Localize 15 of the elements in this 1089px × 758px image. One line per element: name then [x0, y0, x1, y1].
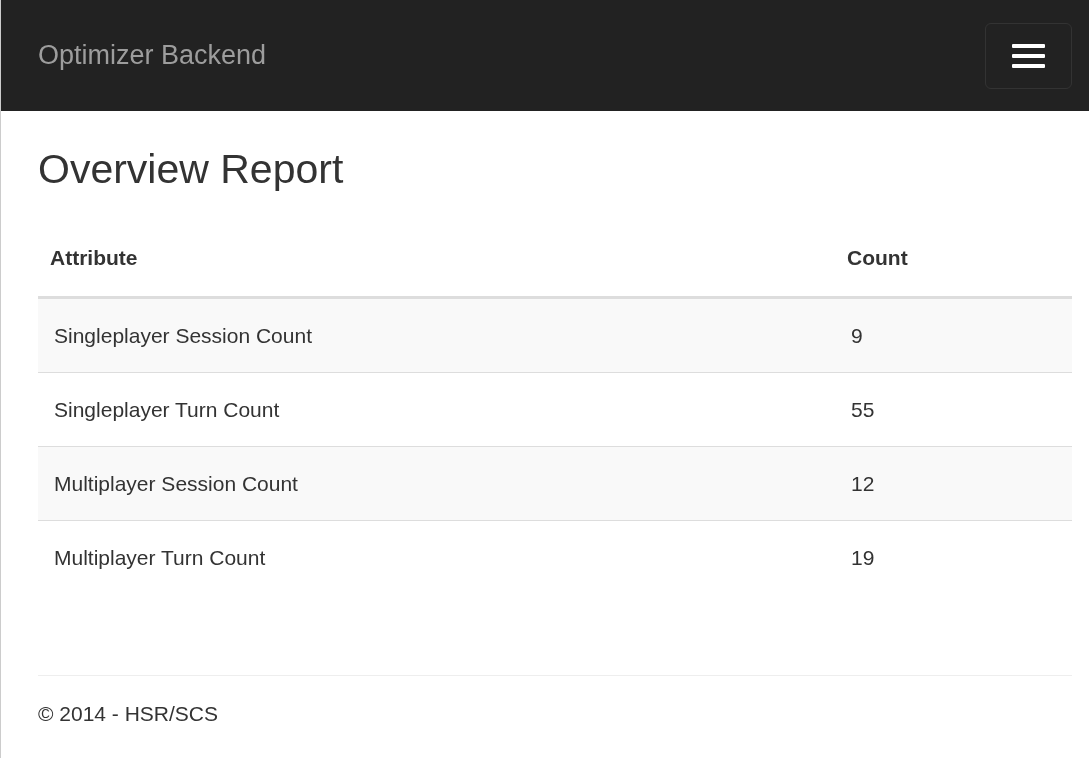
page-title: Overview Report — [38, 147, 345, 193]
table-cell: Multiplayer Session Count — [38, 446, 835, 521]
table-cell: 55 — [835, 372, 1072, 447]
footer-text: © 2014 - HSR/SCS — [38, 700, 220, 727]
table-cell: Multiplayer Turn Count — [38, 520, 835, 594]
table-cell: Singleplayer Session Count — [38, 297, 835, 373]
column-header: Count — [835, 220, 1072, 298]
navbar-brand[interactable]: Optimizer Backend — [38, 35, 267, 76]
table-cell: Singleplayer Turn Count — [38, 372, 835, 447]
table-cell: 12 — [835, 446, 1072, 521]
menu-button[interactable] — [985, 22, 1072, 89]
menu-icon — [1012, 43, 1045, 68]
table-cell: 19 — [835, 520, 1072, 594]
column-header: Attribute — [38, 220, 835, 298]
table-cell: 9 — [835, 297, 1072, 373]
